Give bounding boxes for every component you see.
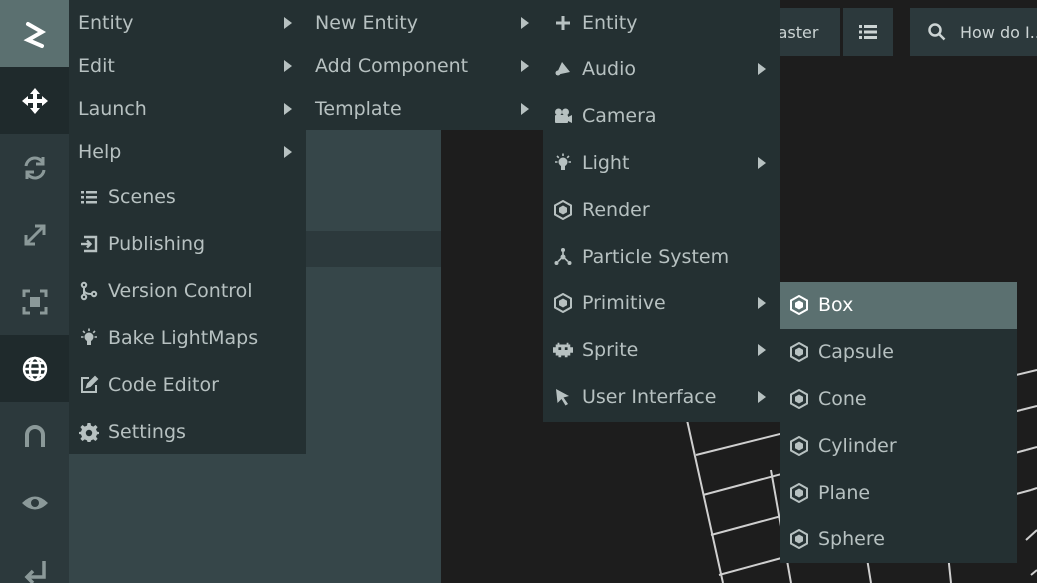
hexagon-icon [788, 528, 810, 550]
menu-item-new-entity[interactable]: New Entity [306, 1, 543, 44]
search-text: How do I... [960, 22, 1037, 42]
plus-icon [552, 12, 574, 34]
menu-item-sphere[interactable]: Sphere [780, 516, 1017, 563]
submenu-arrow-icon [758, 156, 766, 169]
sprite-icon [552, 339, 574, 361]
camera-icon [552, 105, 574, 127]
resize-icon[interactable] [0, 268, 69, 335]
submenu-arrow-icon [521, 59, 529, 72]
panel-row [306, 231, 441, 267]
publish-icon [78, 233, 100, 255]
submenu-arrow-icon [284, 145, 292, 158]
scale-icon[interactable] [0, 201, 69, 268]
move-icon[interactable] [0, 67, 69, 134]
submenu-arrow-icon [521, 16, 529, 29]
edit-icon [78, 374, 100, 396]
bulb-icon [78, 327, 100, 349]
search-icon [928, 23, 946, 41]
menu-item-edit[interactable]: Edit [69, 44, 306, 87]
branch-icon [78, 280, 100, 302]
cursor-icon [552, 386, 574, 408]
hexagon-icon [788, 341, 810, 363]
menu-item-scenes[interactable]: Scenes [69, 173, 306, 220]
gear-icon [78, 421, 100, 443]
menu-item-cylinder[interactable]: Cylinder [780, 422, 1017, 469]
submenu-arrow-icon [284, 102, 292, 115]
menu-item-sprite[interactable]: Sprite [543, 327, 780, 374]
hexagon-icon [788, 388, 810, 410]
particles-icon [552, 246, 574, 268]
hexagon-icon [788, 482, 810, 504]
menu-item-settings[interactable]: Settings [69, 408, 306, 455]
bulb-icon [552, 152, 574, 174]
menu-item-bake-lightmaps[interactable]: Bake LightMaps [69, 314, 306, 361]
submenu-arrow-icon [284, 16, 292, 29]
rotate-icon[interactable] [0, 134, 69, 201]
primitive-submenu: Box Capsule Cone Cylinder Plane Sphere [780, 282, 1017, 563]
magnet-icon[interactable] [0, 402, 69, 469]
menu-item-publishing[interactable]: Publishing [69, 220, 306, 267]
menu-item-capsule[interactable]: Capsule [780, 329, 1017, 376]
speaker-icon [552, 58, 574, 80]
menu-item-audio[interactable]: Audio [543, 46, 780, 93]
menu-item-primitive[interactable]: Primitive [543, 280, 780, 327]
hexagon-icon [788, 294, 810, 316]
main-menu: Entity Edit Launch Help Scenes Publishin… [69, 0, 306, 454]
list-button[interactable] [843, 8, 893, 56]
submenu-arrow-icon [758, 344, 766, 357]
hexagon-icon [788, 435, 810, 457]
menu-item-camera[interactable]: Camera [543, 93, 780, 140]
menu-item-user-interface[interactable]: User Interface [543, 374, 780, 421]
menu-item-particle-system[interactable]: Particle System [543, 233, 780, 280]
hexagon-icon [552, 292, 574, 314]
help-search[interactable]: How do I... [910, 8, 1037, 56]
menu-item-template[interactable]: Template [306, 87, 543, 130]
menu-item-add-component[interactable]: Add Component [306, 44, 543, 87]
menu-item-entity[interactable]: Entity [69, 1, 306, 44]
menu-item-render[interactable]: Render [543, 186, 780, 233]
menu-item-box[interactable]: Box [780, 282, 1017, 329]
left-toolbar [0, 0, 69, 583]
submenu-arrow-icon [758, 63, 766, 76]
return-icon[interactable] [0, 536, 69, 583]
new-entity-submenu: Entity Audio Camera Light Render Particl… [543, 0, 780, 422]
list-icon [78, 186, 100, 208]
menu-item-version-control[interactable]: Version Control [69, 267, 306, 314]
submenu-arrow-icon [758, 297, 766, 310]
submenu-arrow-icon [758, 390, 766, 403]
menu-item-help[interactable]: Help [69, 130, 306, 173]
menu-item-entity-blank[interactable]: Entity [543, 0, 780, 46]
submenu-arrow-icon [521, 102, 529, 115]
menu-item-launch[interactable]: Launch [69, 87, 306, 130]
list-icon [859, 25, 877, 39]
menu-item-light[interactable]: Light [543, 140, 780, 187]
world-icon[interactable] [0, 335, 69, 402]
menu-item-code-editor[interactable]: Code Editor [69, 361, 306, 408]
menu-item-cone[interactable]: Cone [780, 376, 1017, 423]
logo-icon[interactable] [0, 0, 69, 67]
hexagon-icon [552, 199, 574, 221]
eye-icon[interactable] [0, 469, 69, 536]
menu-item-plane[interactable]: Plane [780, 469, 1017, 516]
entity-submenu: New Entity Add Component Template [306, 0, 543, 130]
submenu-arrow-icon [284, 59, 292, 72]
